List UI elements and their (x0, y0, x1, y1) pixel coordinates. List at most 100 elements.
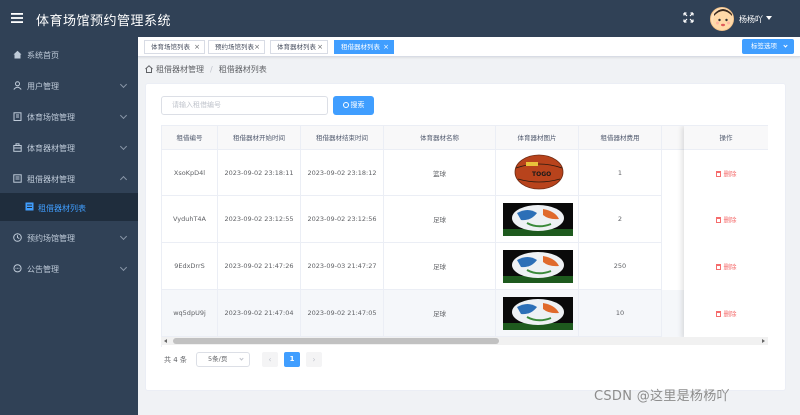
chat-icon (13, 264, 22, 273)
building-icon (13, 112, 22, 121)
end-time-cell: 2023-09-02 23:18:12 (301, 150, 384, 196)
start-time-cell: 2023-09-02 21:47:26 (218, 243, 301, 290)
rental-id-cell: VyduhT4A (162, 196, 218, 243)
tag-options-button[interactable]: 标签选项 (742, 39, 794, 54)
close-icon[interactable]: × (254, 41, 260, 53)
tag-rental-list[interactable]: 租借器材列表 × (334, 40, 394, 54)
page-number[interactable]: 1 (284, 352, 300, 367)
end-time-cell: 2023-09-03 21:47:27 (301, 243, 384, 290)
trash-icon (715, 311, 721, 317)
football-image[interactable] (503, 250, 573, 283)
sidebar-item-notices[interactable]: 公告管理 (0, 253, 138, 283)
arrow-right-icon[interactable] (762, 339, 765, 343)
equipment-name-cell: 足球 (384, 290, 496, 337)
delete-button[interactable]: 删除 (684, 308, 768, 318)
search-button[interactable]: 搜索 (333, 96, 374, 115)
fee-cell: 1 (579, 150, 662, 196)
chevron-down-icon (119, 232, 128, 241)
equipment-name-cell: 足球 (384, 196, 496, 243)
clock-icon (13, 233, 22, 242)
operation-column: 操作 删除 删除 删除 删除 (684, 126, 768, 339)
chevron-down-icon (119, 263, 128, 272)
sidebar-item-home[interactable]: 系统首页 (0, 39, 138, 69)
svg-text:TOGO: TOGO (532, 171, 551, 178)
end-time-cell: 2023-09-02 23:12:56 (301, 196, 384, 243)
column-header: 租借器材结束时间 (301, 126, 384, 150)
equipment-image-cell (496, 243, 579, 290)
equipment-image-cell (496, 290, 579, 337)
equipment-name-cell: 足球 (384, 243, 496, 290)
column-header: 租借器材开始时间 (218, 126, 301, 150)
search-input[interactable]: 请输入租借编号 (161, 96, 328, 115)
scrollbar-thumb[interactable] (173, 338, 499, 344)
delete-button[interactable]: 删除 (684, 214, 768, 224)
trash-icon (715, 264, 721, 270)
user-dropdown-caret-icon[interactable] (766, 16, 772, 20)
breadcrumb-item[interactable]: 租借器材管理 (156, 65, 204, 74)
sidebar-item-rental[interactable]: 租借器材管理 (0, 163, 138, 193)
basketball-image[interactable]: TOGO (514, 154, 564, 190)
fullscreen-icon[interactable] (683, 12, 694, 23)
chevron-down-icon (783, 43, 788, 48)
watermark: CSDN @这里是杨杨吖 (594, 389, 730, 404)
trash-icon (715, 217, 721, 223)
tag-venue-list[interactable]: 体育场馆列表 × (144, 40, 205, 54)
rental-table: 租借编号 租借器材开始时间 租借器材结束时间 体育器材名称 体育器材图片 租借器… (161, 125, 768, 347)
fee-cell: 2 (579, 196, 662, 243)
sidebar: 系统首页 用户管理 体育场馆管理 体育器材管理 租借器材管理 租借器材列表 预约… (0, 37, 138, 415)
list-icon (13, 174, 22, 183)
chevron-up-icon (119, 175, 128, 184)
sidebar-item-booking[interactable]: 预约场馆管理 (0, 222, 138, 252)
rental-id-cell: 9EdxDrrS (162, 243, 218, 290)
page-size-select[interactable]: 5条/页 (196, 352, 250, 367)
column-header: 操作 (684, 126, 768, 150)
fee-cell: 250 (579, 243, 662, 290)
prev-page-button[interactable]: ‹ (262, 352, 278, 367)
equipment-image-cell: TOGO (496, 150, 579, 196)
start-time-cell: 2023-09-02 21:47:04 (218, 290, 301, 337)
hamburger-icon[interactable] (11, 12, 23, 24)
close-icon[interactable]: × (317, 41, 323, 53)
user-icon (13, 81, 22, 90)
delete-button[interactable]: 删除 (684, 168, 768, 178)
top-header: 体育场馆预约管理系统 杨杨吖 (0, 0, 800, 37)
horizontal-scrollbar[interactable] (161, 337, 768, 345)
chevron-down-icon (119, 111, 128, 120)
football-image[interactable] (503, 203, 573, 236)
chevron-down-icon (239, 356, 244, 361)
search-icon (342, 102, 349, 108)
chevron-down-icon (119, 80, 128, 89)
equipment-name-cell: 篮球 (384, 150, 496, 196)
column-header: 体育器材图片 (496, 126, 579, 150)
sidebar-item-users[interactable]: 用户管理 (0, 70, 138, 100)
sidebar-subitem-rental-list[interactable]: 租借器材列表 (0, 193, 138, 221)
sidebar-item-equipment[interactable]: 体育器材管理 (0, 132, 138, 162)
home-icon (145, 65, 153, 73)
next-page-button[interactable]: › (306, 352, 322, 367)
tag-equipment-list[interactable]: 体育器材列表 × (270, 40, 328, 54)
breadcrumb: 租借器材管理 / 租借器材列表 (145, 64, 267, 75)
column-header: 租借编号 (162, 126, 218, 150)
column-header: 体育器材名称 (384, 126, 496, 150)
chevron-down-icon (119, 142, 128, 151)
user-avatar[interactable] (710, 7, 734, 31)
sidebar-item-venues[interactable]: 体育场馆管理 (0, 101, 138, 131)
end-time-cell: 2023-09-02 21:47:05 (301, 290, 384, 337)
column-header: 租借器材费用 (579, 126, 662, 150)
start-time-cell: 2023-09-02 23:12:55 (218, 196, 301, 243)
equipment-image-cell (496, 196, 579, 243)
username[interactable]: 杨杨吖 (739, 14, 763, 25)
home-icon (13, 50, 22, 59)
delete-button[interactable]: 删除 (684, 261, 768, 271)
fee-cell: 10 (579, 290, 662, 337)
rental-id-cell: XsoKpD4l (162, 150, 218, 196)
list-icon (25, 202, 34, 211)
system-title: 体育场馆预约管理系统 (36, 14, 172, 29)
tag-booking-list[interactable]: 预约场馆列表 × (208, 40, 265, 54)
football-image[interactable] (503, 297, 573, 330)
arrow-left-icon[interactable] (164, 339, 167, 343)
close-icon[interactable]: × (383, 41, 389, 53)
trash-icon (715, 171, 721, 177)
tags-view-bar: 体育场馆列表 × 预约场馆列表 × 体育器材列表 × 租借器材列表 × 标签选项 (138, 37, 800, 57)
close-icon[interactable]: × (194, 41, 200, 53)
